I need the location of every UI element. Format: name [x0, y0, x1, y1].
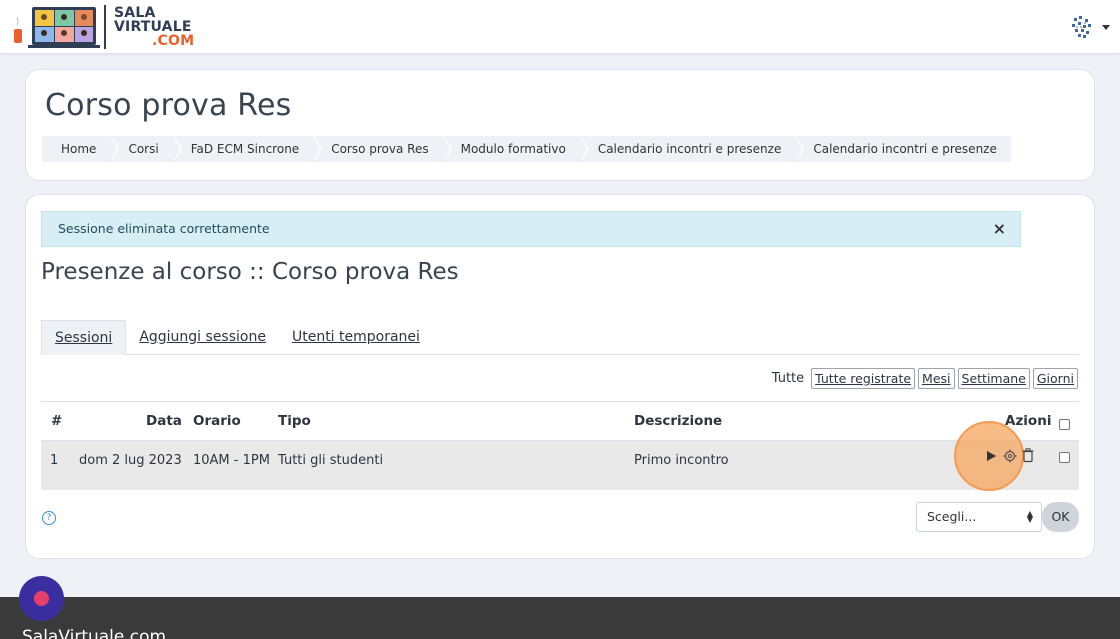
breadcrumb-item-category[interactable]: FaD ECM Sincrone: [172, 136, 322, 162]
row-description: Primo incontro: [634, 453, 729, 468]
column-header-time: Orario: [193, 413, 241, 429]
alert-message: Sessione eliminata correttamente: [58, 221, 270, 236]
filter-mesi-button[interactable]: Mesi: [918, 368, 955, 389]
footer: SalaVirtuale.com: [0, 597, 1120, 639]
breadcrumb: Home Corsi FaD ECM Sincrone Corso prova …: [42, 136, 1011, 162]
ok-button[interactable]: OK: [1042, 502, 1079, 532]
logo-wordmark: SALA VIRTUALE .COM: [114, 6, 194, 48]
page-title: Corso prova Res: [45, 88, 292, 123]
site-logo[interactable]: SALA VIRTUALE .COM: [12, 4, 194, 50]
tab-aggiungi-sessione[interactable]: Aggiungi sessione: [126, 320, 279, 355]
chevron-down-icon: [1102, 24, 1110, 30]
column-header-actions: Azioni: [1005, 413, 1052, 429]
column-header-type: Tipo: [278, 413, 311, 429]
logo-line3: .COM: [152, 33, 195, 49]
breadcrumb-item-home[interactable]: Home: [42, 136, 120, 162]
column-header-num: #: [51, 413, 63, 429]
view-filters: Tutte Tutte registrate Mesi Settimane Gi…: [772, 368, 1078, 389]
column-header-date: Data: [146, 413, 182, 429]
filter-giorni-button[interactable]: Giorni: [1032, 368, 1078, 389]
table-row: 1 dom 2 lug 2023 10AM - 1PM Tutti gli st…: [41, 440, 1079, 490]
filter-label: Tutte: [771, 371, 805, 386]
filter-tutte-registrate-button[interactable]: Tutte registrate: [811, 368, 916, 389]
row-time: 10AM - 1PM: [193, 453, 270, 468]
section-title: Presenze al corso :: Corso prova Res: [41, 259, 459, 285]
breadcrumb-item-section[interactable]: Modulo formativo: [442, 136, 590, 162]
breadcrumb-item-corsi[interactable]: Corsi: [110, 136, 182, 162]
trash-icon[interactable]: [1022, 448, 1034, 463]
tab-utenti-temporanei[interactable]: Utenti temporanei: [279, 320, 433, 355]
table-header: # Data Orario Tipo Descrizione Azioni: [41, 402, 1079, 440]
chat-launcher-button[interactable]: [19, 576, 64, 621]
row-type: Tutti gli studenti: [278, 453, 384, 468]
main-content: Sessione eliminata correttamente × Prese…: [25, 194, 1095, 559]
help-icon[interactable]: ?: [42, 511, 56, 525]
play-icon[interactable]: [985, 450, 997, 462]
row-num: 1: [50, 453, 59, 468]
footer-text: SalaVirtuale.com: [22, 627, 167, 639]
logo-graphic-icon: [14, 7, 100, 48]
breadcrumb-item-current[interactable]: Calendario incontri e presenze: [795, 136, 1011, 162]
close-icon[interactable]: ×: [993, 212, 1006, 246]
tab-bar: Sessioni Aggiungi sessione Utenti tempor…: [41, 320, 1079, 355]
bulk-action-select[interactable]: Scegli... ▲ ▼: [916, 502, 1042, 532]
filter-settimane-button[interactable]: Settimane: [957, 368, 1030, 389]
user-menu[interactable]: [1068, 14, 1110, 40]
logo-divider: [104, 5, 106, 49]
select-arrows-icon: ▲ ▼: [1026, 509, 1033, 524]
gear-icon[interactable]: [1003, 449, 1017, 463]
row-date: dom 2 lug 2023: [79, 453, 182, 468]
record-dot-icon: [34, 591, 49, 606]
column-header-description: Descrizione: [634, 413, 723, 429]
tab-sessioni[interactable]: Sessioni: [41, 320, 127, 355]
page-header: Corso prova Res Home Corsi FaD ECM Sincr…: [25, 69, 1095, 181]
breadcrumb-item-activity[interactable]: Calendario incontri e presenze: [579, 136, 804, 162]
sessions-table: # Data Orario Tipo Descrizione Azioni 1 …: [41, 401, 1079, 490]
success-alert: Sessione eliminata correttamente ×: [41, 211, 1021, 247]
breadcrumb-item-course[interactable]: Corso prova Res: [313, 136, 453, 162]
avatar: [1072, 16, 1091, 38]
top-navbar: SALA VIRTUALE .COM: [0, 0, 1120, 54]
select-all-checkbox[interactable]: [1059, 419, 1070, 430]
row-checkbox[interactable]: [1059, 452, 1070, 463]
select-value: Scegli...: [927, 509, 977, 524]
